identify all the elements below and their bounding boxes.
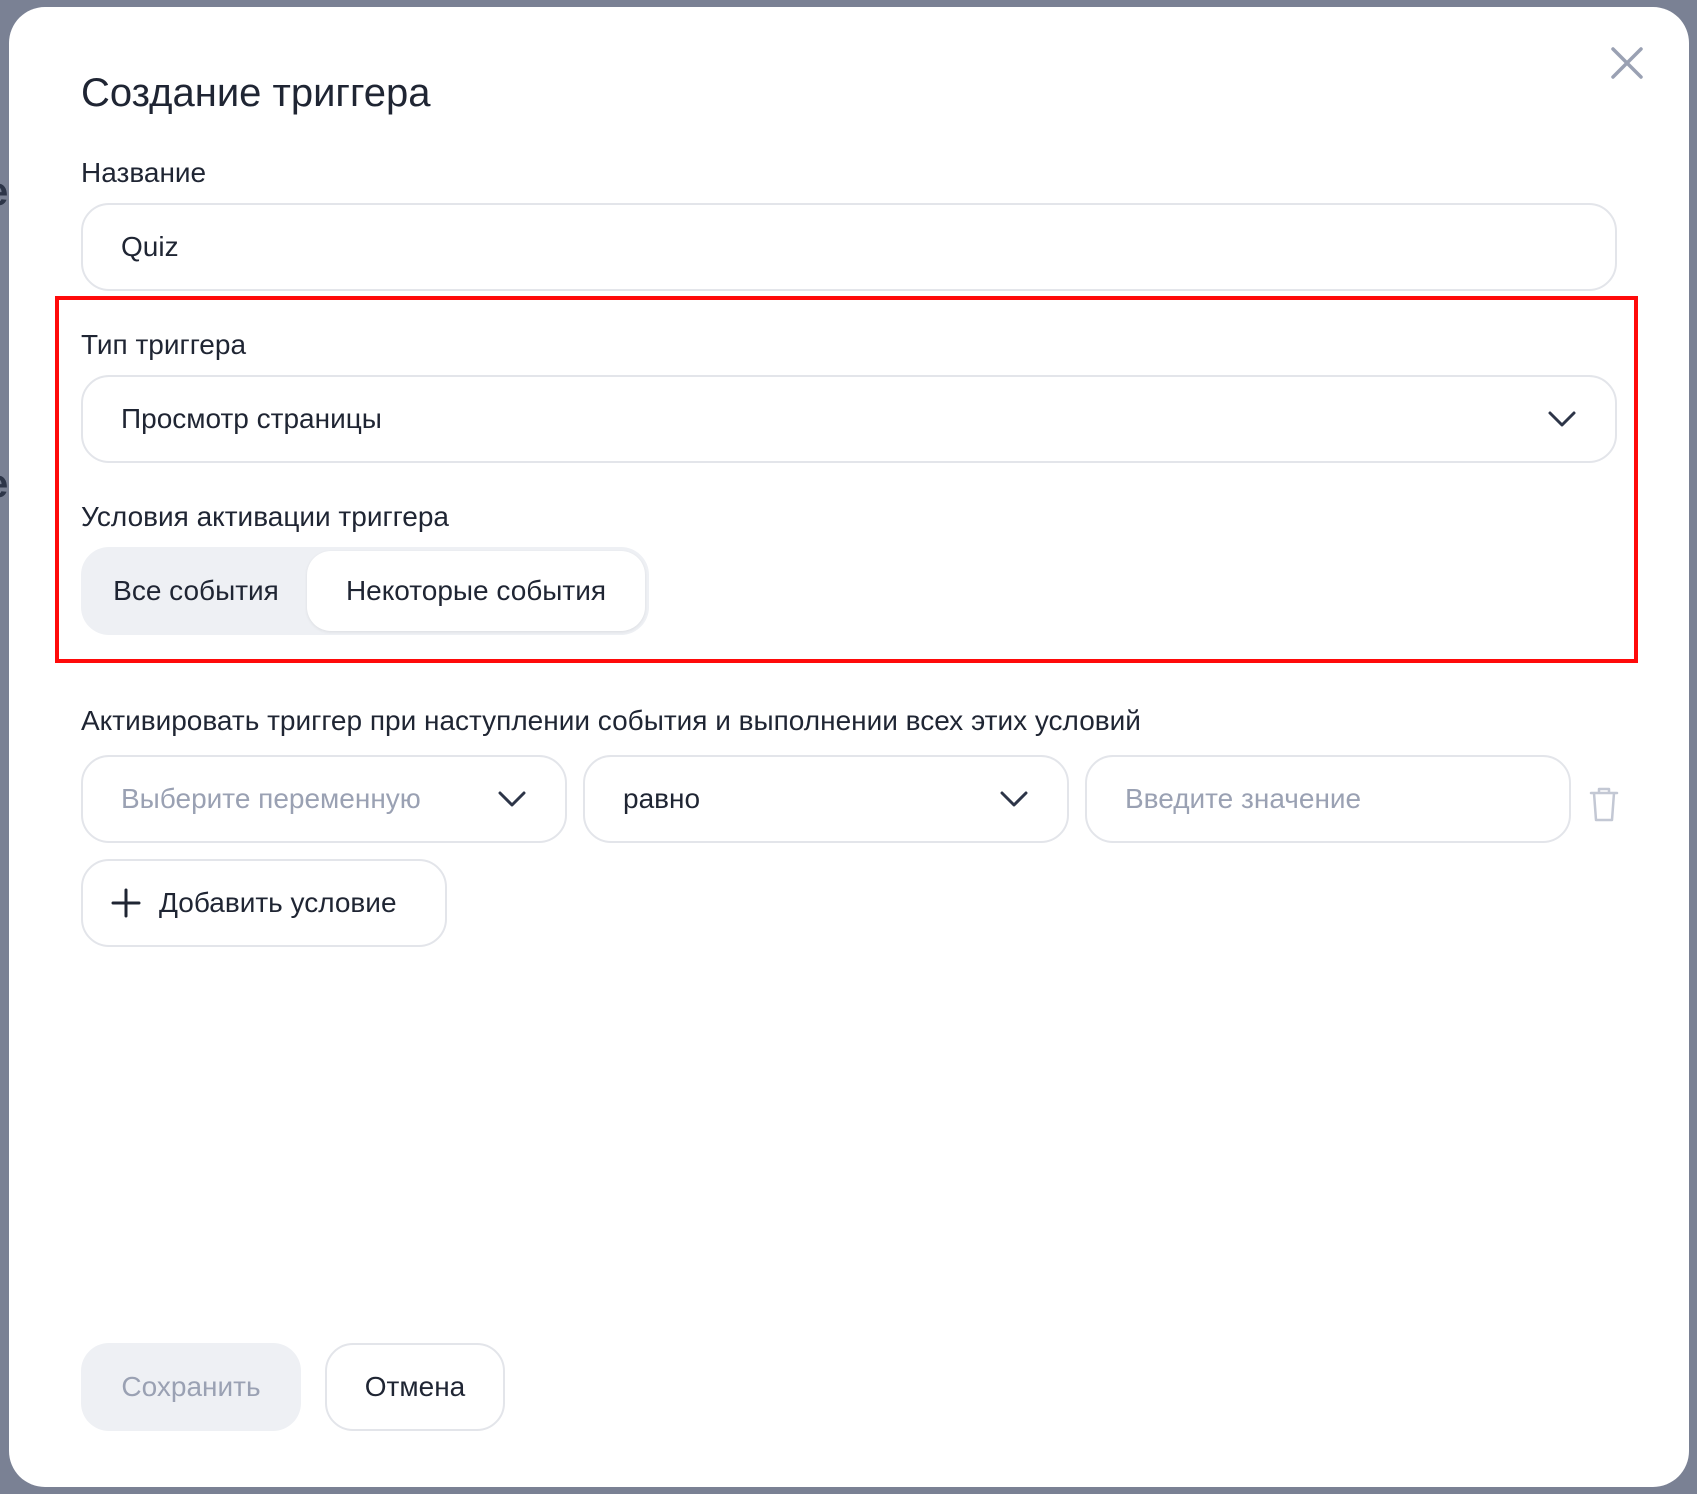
close-button[interactable] bbox=[1605, 41, 1649, 85]
name-input[interactable]: Quiz bbox=[81, 203, 1617, 291]
dialog-title: Создание триггера bbox=[81, 71, 431, 115]
segment-all-events[interactable]: Все события bbox=[85, 551, 307, 631]
background-fragment: е bbox=[0, 462, 8, 507]
add-condition-label: Добавить условие bbox=[159, 887, 397, 918]
close-icon bbox=[1611, 47, 1643, 79]
name-label: Название bbox=[81, 157, 207, 188]
operator-select[interactable]: равно bbox=[583, 755, 1069, 843]
add-condition-button[interactable]: Добавить условие bbox=[81, 859, 447, 947]
chevron-down-icon bbox=[1548, 411, 1576, 427]
condition-value-input[interactable]: Введите значение bbox=[1085, 755, 1571, 843]
variable-select-placeholder: Выберите переменную bbox=[121, 783, 421, 814]
segment-some-events[interactable]: Некоторые события bbox=[307, 551, 645, 631]
plus-icon bbox=[111, 888, 141, 918]
conditions-heading: Активировать триггер при наступлении соб… bbox=[81, 705, 1141, 736]
trigger-type-select[interactable]: Просмотр страницы bbox=[81, 375, 1617, 463]
trigger-type-value: Просмотр страницы bbox=[121, 403, 382, 434]
chevron-down-icon bbox=[498, 791, 526, 807]
cancel-button[interactable]: Отмена bbox=[325, 1343, 505, 1431]
create-trigger-dialog: Создание триггера Название Quiz Тип триг… bbox=[9, 7, 1689, 1487]
condition-value-placeholder: Введите значение bbox=[1125, 783, 1362, 814]
save-button[interactable]: Сохранить bbox=[81, 1343, 301, 1431]
trigger-type-label: Тип триггера bbox=[81, 329, 247, 360]
name-input-value: Quiz bbox=[121, 231, 179, 262]
chevron-down-icon bbox=[1000, 791, 1028, 807]
activation-segmented-control: Все события Некоторые события bbox=[81, 547, 649, 635]
activation-label: Условия активации триггера bbox=[81, 501, 449, 532]
background-fragment: е bbox=[0, 170, 8, 215]
trash-icon[interactable] bbox=[1589, 785, 1619, 823]
variable-select[interactable]: Выберите переменную bbox=[81, 755, 567, 843]
operator-select-value: равно bbox=[623, 783, 701, 814]
